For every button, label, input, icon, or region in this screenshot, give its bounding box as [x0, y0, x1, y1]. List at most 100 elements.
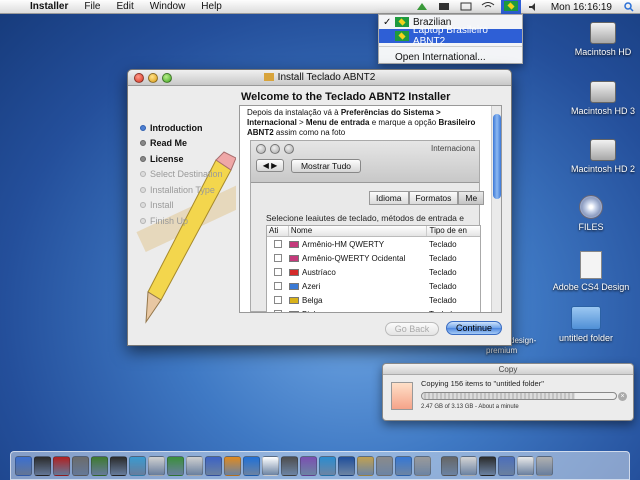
dock-app-icon[interactable]	[167, 455, 184, 476]
input-menu-dropdown: ✓ Brazilian Laptop Brasileiro ABNT2 Open…	[378, 14, 523, 64]
prefs-nav-arrows-icon: ◀ ▶	[256, 159, 284, 172]
airport-icon[interactable]	[480, 2, 496, 12]
dock-app-icon[interactable]	[536, 455, 553, 476]
prefs-title: Internaciona	[431, 144, 476, 153]
dock-app-icon[interactable]	[72, 455, 89, 476]
step-bullet-icon	[140, 155, 146, 162]
step-bullet-icon	[140, 140, 146, 147]
dock-app-icon[interactable]	[460, 455, 477, 476]
dock-app-icon[interactable]	[414, 455, 431, 476]
layout-checkbox	[274, 282, 282, 290]
dock-app-icon[interactable]	[186, 455, 203, 476]
dock-app-icon[interactable]	[338, 455, 355, 476]
menu-help[interactable]: Help	[193, 1, 230, 12]
desktop-icon-adobe-cs4[interactable]: Adobe CS4 Design	[546, 251, 636, 292]
volume-icon[interactable]	[526, 2, 542, 12]
dock-app-icon[interactable]	[357, 455, 374, 476]
dock-app-icon[interactable]	[319, 455, 336, 476]
intro-text-part: >	[296, 118, 306, 127]
row-checkbox-cell	[267, 310, 289, 312]
dock-app-icon[interactable]	[262, 455, 279, 476]
installer-heading: Welcome to the Teclado ABNT2 Installer	[241, 91, 451, 103]
go-back-button[interactable]: Go Back	[385, 322, 439, 336]
layout-checkbox	[274, 254, 282, 262]
desktop-icon-label: Macintosh HD 2	[570, 164, 636, 174]
intro-text: Depois da instalação vá à Preferências d…	[247, 108, 487, 138]
content-scrollbar[interactable]	[491, 106, 501, 312]
close-button[interactable]	[134, 73, 144, 83]
display-icon[interactable]	[436, 2, 452, 12]
prefs-tab: Idioma	[369, 191, 409, 205]
menu-clock[interactable]: Mon 16:16:19	[545, 2, 618, 13]
menu-window[interactable]: Window	[142, 1, 194, 12]
continue-button[interactable]: Continue	[446, 321, 502, 335]
desktop-partial-label: premium	[486, 346, 518, 355]
stop-copy-icon[interactable]: ×	[618, 392, 627, 401]
installer-steps: Introduction Read Me License Select Dest…	[140, 120, 223, 229]
desktop-icon-files[interactable]: FILES	[546, 195, 636, 232]
dock-app-icon[interactable]	[441, 455, 458, 476]
desktop-icon-label: Macintosh HD 3	[570, 106, 636, 116]
spotlight-icon[interactable]	[621, 2, 637, 12]
app-menu[interactable]: Installer	[22, 1, 76, 12]
zoom-button[interactable]	[162, 73, 172, 83]
step-read-me: Read Me	[140, 136, 223, 152]
table-row: Austríaco Teclado	[267, 265, 480, 279]
menu-edit[interactable]: Edit	[108, 1, 141, 12]
disk-image-icon	[580, 251, 602, 279]
layout-checkbox	[274, 310, 282, 312]
dock-app-icon[interactable]	[498, 455, 515, 476]
layout-name: Armênio-HM QWERTY	[302, 239, 385, 249]
desktop-icon-macintosh-hd-2[interactable]: Macintosh HD 2	[558, 139, 640, 174]
copy-dialog-title: Copy	[383, 364, 633, 375]
desktop-icon-macintosh-hd[interactable]: Macintosh HD	[558, 22, 640, 57]
dock-app-icon[interactable]	[243, 455, 260, 476]
scrollbar-thumb[interactable]	[493, 114, 501, 199]
menu-file[interactable]: File	[76, 1, 108, 12]
prefs-zoom-dot	[284, 144, 294, 154]
keyboard-layout-table: Ati Nome Tipo de en Armênio-HM QWERTY Tec…	[266, 225, 481, 312]
step-label: Introduction	[150, 122, 203, 133]
dock	[10, 451, 630, 480]
desktop-icon-macintosh-hd-3[interactable]: Macintosh HD 3	[558, 81, 640, 116]
installer-window: Install Teclado ABNT2 Welcome to the Tec…	[127, 69, 512, 346]
copy-detail: 2.47 GB of 3.13 GB - About a minute	[421, 404, 519, 410]
copy-status: Copying 156 items to "untitled folder"	[421, 379, 544, 388]
dock-app-icon[interactable]	[91, 455, 108, 476]
copy-dialog: Copy Copying 156 items to "untitled fold…	[382, 363, 634, 421]
dock-app-icon[interactable]	[129, 455, 146, 476]
input-menu-item-laptop-abnt2[interactable]: Laptop Brasileiro ABNT2	[379, 25, 522, 47]
open-international-item[interactable]: Open International...	[379, 50, 522, 64]
prefs-tab: Me	[458, 191, 485, 205]
dock-app-icon[interactable]	[53, 455, 70, 476]
sync-icon[interactable]	[458, 2, 474, 12]
prefs-toolbar: Internaciona ◀ ▶ Mostrar Tudo	[251, 141, 479, 183]
dock-app-icon[interactable]	[15, 455, 32, 476]
dock-app-icon[interactable]	[517, 455, 534, 476]
dock-app-icon[interactable]	[395, 455, 412, 476]
minimize-button[interactable]	[148, 73, 158, 83]
layout-checkbox	[274, 296, 282, 304]
desktop-icon-untitled-folder[interactable]: untitled folder	[541, 306, 631, 343]
dock-app-icon[interactable]	[34, 455, 51, 476]
dock-app-icon[interactable]	[479, 455, 496, 476]
table-header: Ati Nome Tipo de en	[267, 226, 480, 237]
brazil-flag-icon	[503, 0, 518, 11]
dock-app-icon[interactable]	[148, 455, 165, 476]
dock-app-icon[interactable]	[224, 455, 241, 476]
installer-titlebar[interactable]: Install Teclado ABNT2	[128, 70, 511, 86]
input-menu-icon[interactable]	[500, 0, 521, 15]
script-status-icon[interactable]	[414, 2, 430, 12]
dock-app-icon[interactable]	[300, 455, 317, 476]
step-bullet-icon	[140, 202, 146, 209]
layout-name: Belga	[302, 295, 323, 305]
prefs-description: Selecione leaiutes de teclado, métodos d…	[266, 213, 464, 223]
step-finish-up: Finish Up	[140, 213, 223, 229]
dock-app-icon[interactable]	[110, 455, 127, 476]
row-checkbox-cell	[267, 254, 289, 262]
intro-text-part: Depois da instalação vá à	[247, 108, 341, 117]
step-installation-type: Installation Type	[140, 182, 223, 198]
dock-app-icon[interactable]	[281, 455, 298, 476]
dock-app-icon[interactable]	[205, 455, 222, 476]
dock-app-icon[interactable]	[376, 455, 393, 476]
